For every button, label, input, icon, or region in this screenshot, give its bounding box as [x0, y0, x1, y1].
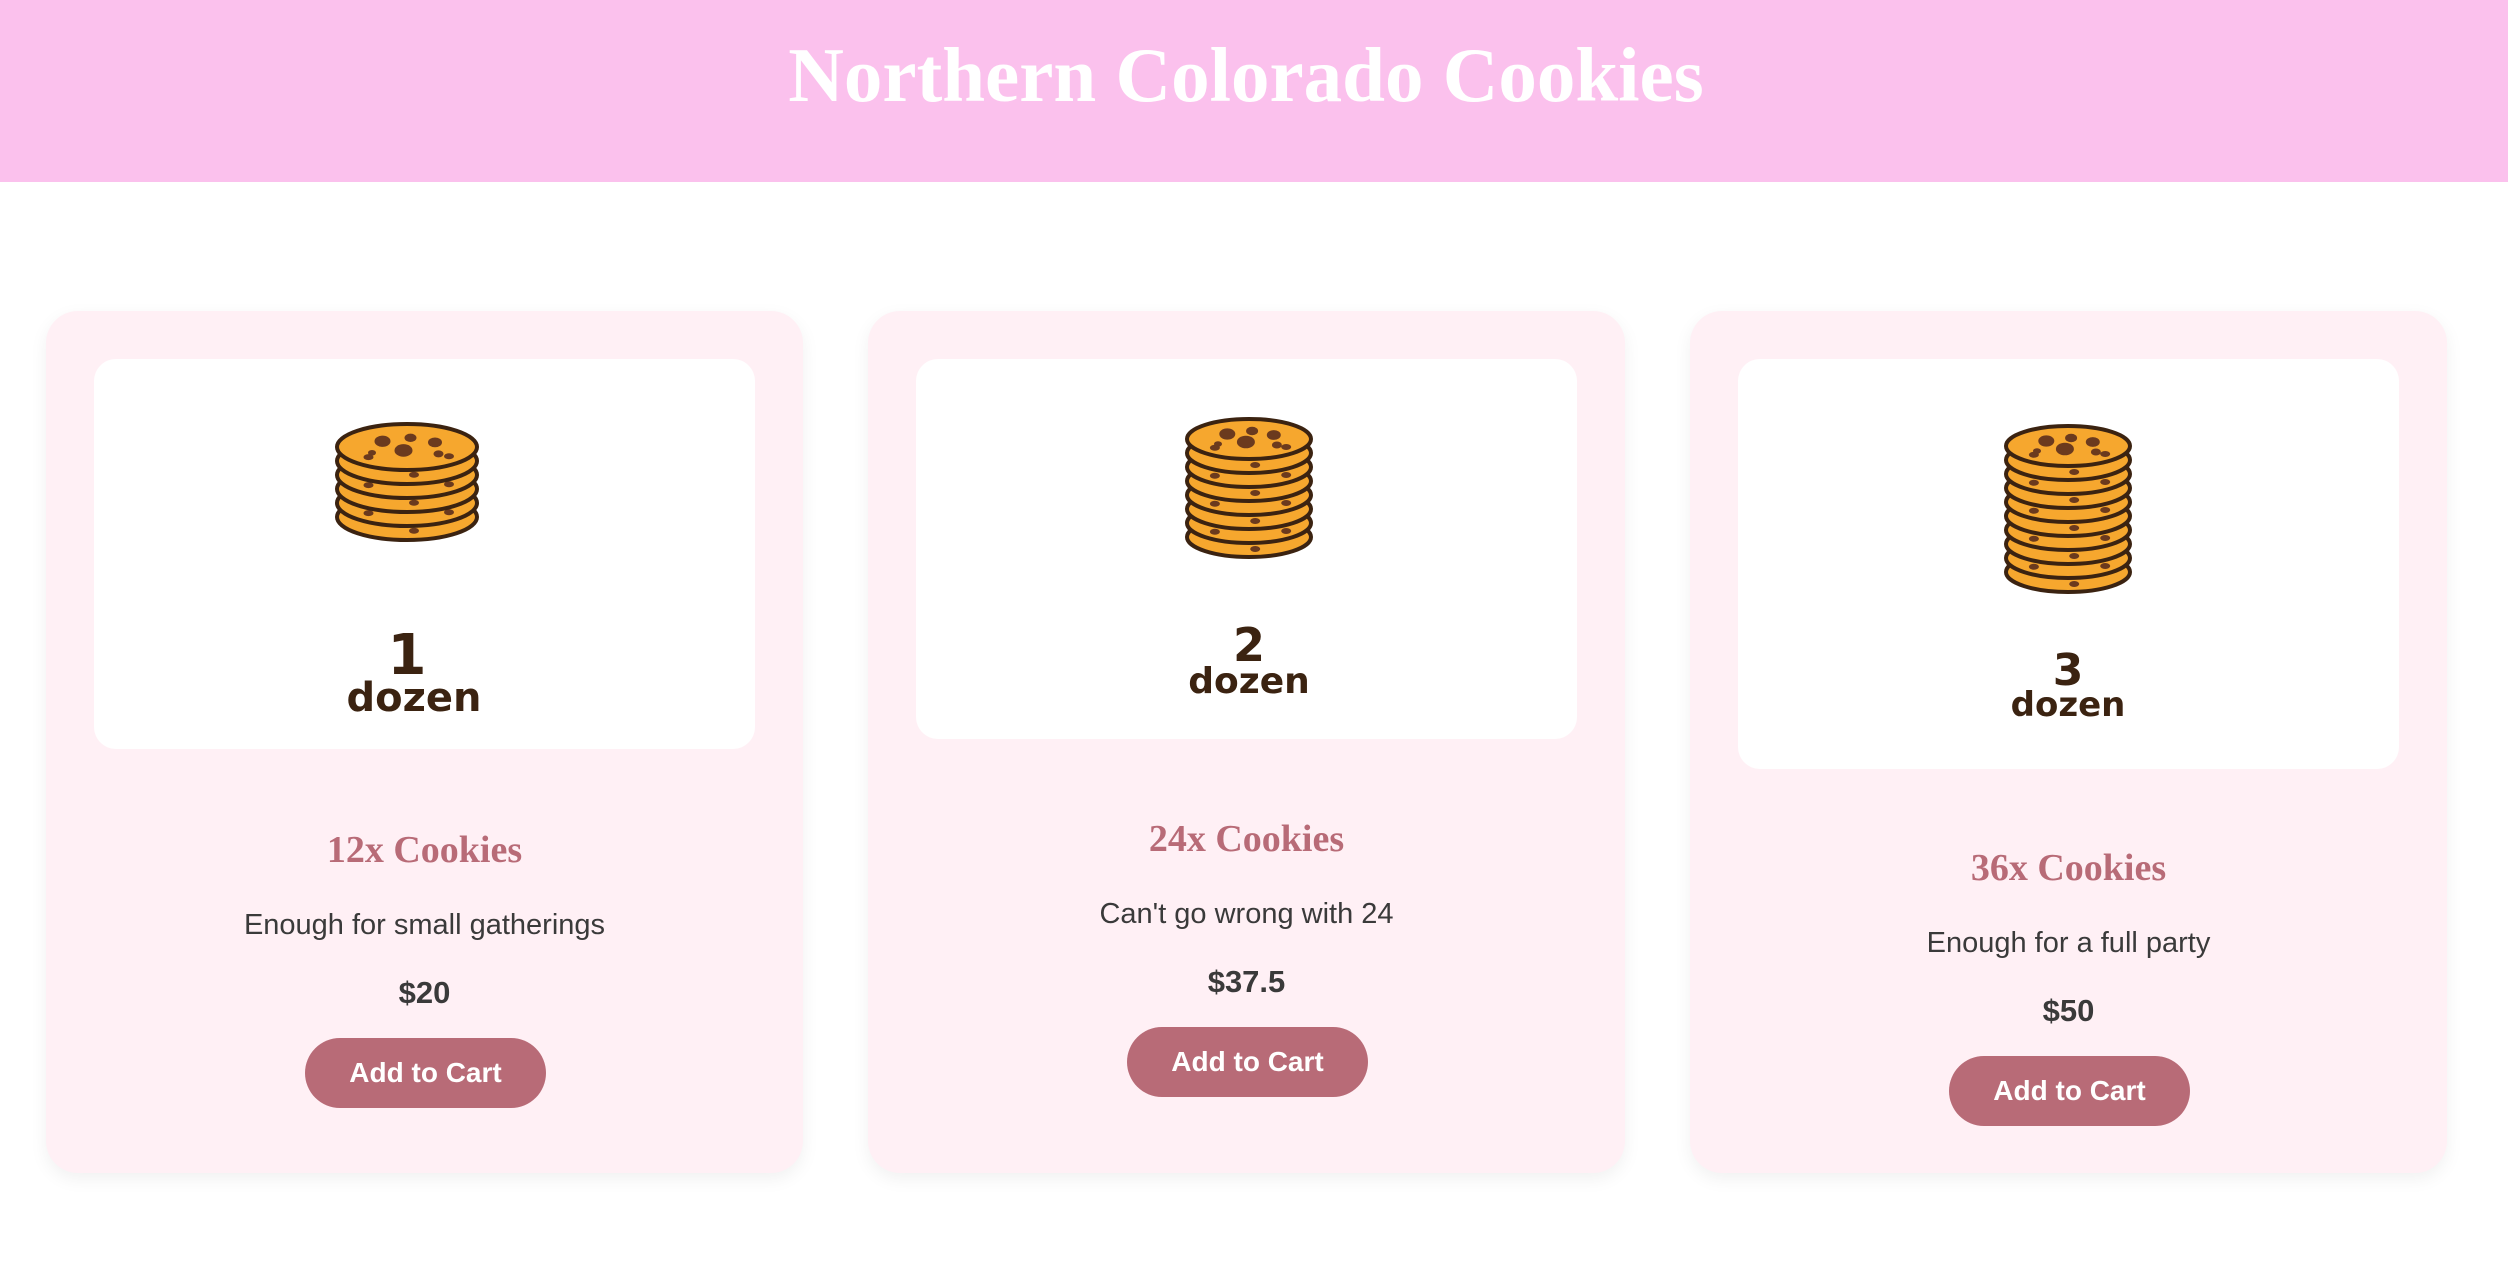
product-title: 12x Cookies [326, 829, 523, 871]
add-to-cart-button[interactable]: Add to Cart [305, 1038, 546, 1108]
chocolate-chip-icon [1236, 435, 1255, 449]
site-title: Northern Colorado Cookies [788, 32, 1704, 118]
chocolate-chip-icon [368, 449, 376, 456]
product-card-36: 3 dozen 36x Cookies Enough for a full pa… [1690, 311, 2447, 1173]
chocolate-chip-icon [394, 444, 413, 457]
product-image-3-dozen: 3 dozen [1738, 359, 2399, 769]
dozen-label: dozen [347, 675, 482, 721]
dozen-label: dozen [1188, 661, 1310, 702]
add-to-cart-button[interactable]: Add to Cart [1949, 1056, 2190, 1126]
cookie-stack-icon: 1 dozen [335, 422, 482, 721]
product-description: Can't go wrong with 24 [1099, 898, 1394, 930]
product-description: Enough for small gatherings [243, 909, 606, 941]
product-price: $50 [2042, 993, 2095, 1028]
dozen-label: dozen [2011, 685, 2126, 725]
product-title: 36x Cookies [1970, 847, 2167, 889]
product-description: Enough for a full party [1926, 927, 2211, 959]
chocolate-chip-icon [2038, 435, 2055, 447]
chocolate-chip-icon [1246, 426, 1259, 436]
chocolate-chip-icon [1271, 441, 1282, 449]
chocolate-chip-icon [2090, 448, 2101, 456]
chocolate-chip-icon [374, 435, 391, 447]
add-to-cart-button[interactable]: Add to Cart [1127, 1027, 1368, 1097]
product-image-1-dozen: 1 dozen [94, 359, 755, 749]
chocolate-chip-icon [428, 437, 442, 448]
product-price: $20 [398, 975, 451, 1010]
product-title: 24x Cookies [1148, 818, 1345, 860]
chocolate-chip-icon [1266, 430, 1281, 440]
chocolate-chip-icon [1219, 428, 1236, 440]
product-price: $37.5 [1207, 964, 1286, 999]
product-card-24: 2 dozen 24x Cookies Can't go wrong with … [868, 311, 1625, 1173]
product-image-2-dozen: 2 dozen [916, 359, 1577, 739]
site-header: Northern Colorado Cookies [0, 0, 2508, 182]
chocolate-chip-icon [2055, 442, 2074, 456]
chocolate-chip-icon [2065, 433, 2078, 443]
cookie-stack-icon: 3 dozen [2004, 424, 2132, 725]
chocolate-chip-icon [2085, 437, 2100, 447]
chocolate-chip-icon [2033, 448, 2041, 454]
product-card-12: 1 dozen 12x Cookies Enough for small gat… [46, 311, 803, 1173]
cookie-stack-icon: 2 dozen [1185, 417, 1313, 702]
chocolate-chip-icon [404, 433, 417, 442]
chocolate-chip-icon [433, 450, 444, 458]
chocolate-chip-icon [1214, 441, 1222, 447]
